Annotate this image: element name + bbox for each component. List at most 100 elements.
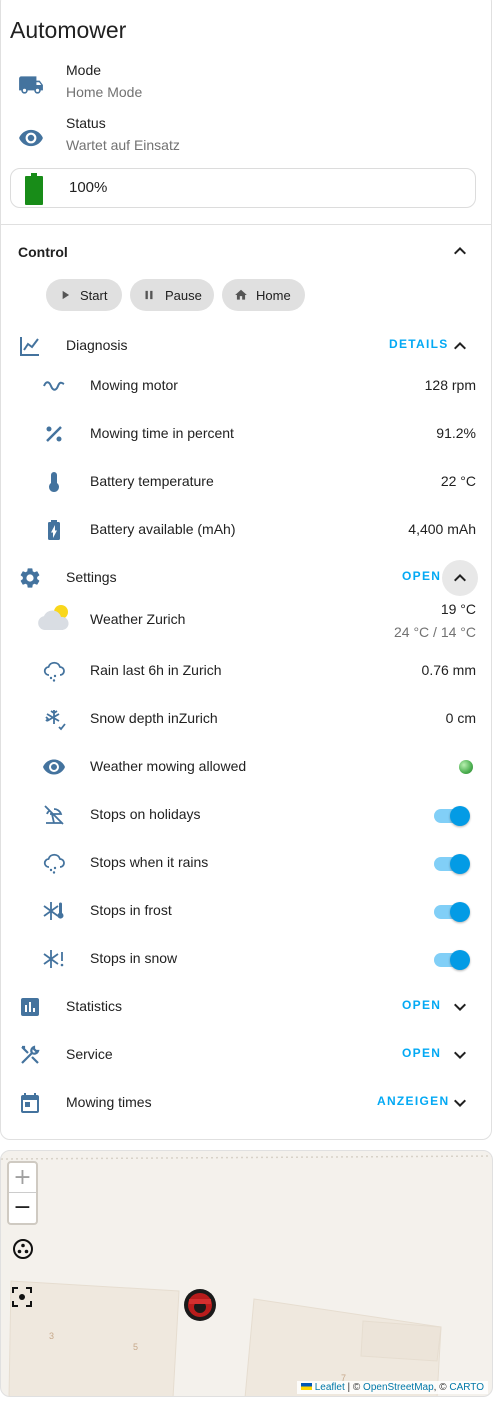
mowing-motor-label: Mowing motor	[90, 377, 178, 393]
stops-when-rains-row[interactable]: Stops when it rains	[0, 843, 492, 883]
control-title: Control	[18, 244, 68, 260]
diagnosis-group[interactable]: Diagnosis DETAILS	[0, 326, 492, 366]
weather-mowing-allowed-row[interactable]: Weather mowing allowed	[0, 747, 492, 787]
mowing-motor-row[interactable]: Mowing motor 128 rpm	[0, 366, 492, 406]
settings-group[interactable]: Settings OPEN	[0, 558, 492, 598]
chevron-down-icon[interactable]	[448, 995, 472, 1019]
cloud-rain-icon	[43, 853, 65, 874]
zoom-in-button[interactable]: +	[9, 1163, 36, 1193]
chevron-up-icon[interactable]	[448, 566, 472, 590]
eye-icon	[43, 759, 65, 775]
diagnosis-details-button[interactable]: DETAILS	[389, 337, 449, 351]
battery-available-row[interactable]: Battery available (mAh) 4,400 mAh	[0, 510, 492, 550]
snow-depth-row[interactable]: Snow depth inZurich 0 cm	[0, 699, 492, 739]
home-button[interactable]: Home	[222, 279, 305, 311]
center-focus-icon[interactable]	[10, 1285, 34, 1309]
percent-icon	[46, 426, 62, 442]
battery-available-label: Battery available (mAh)	[90, 521, 236, 537]
service-group[interactable]: Service OPEN	[0, 1035, 492, 1075]
service-open-button[interactable]: OPEN	[402, 1046, 441, 1060]
chevron-up-icon[interactable]	[448, 239, 472, 263]
snow-depth-label: Snow depth inZurich	[90, 710, 218, 726]
stops-in-frost-toggle[interactable]	[434, 902, 472, 922]
card-title: Automower	[10, 17, 127, 43]
stops-on-holidays-toggle[interactable]	[434, 806, 472, 826]
weather-zurich-row[interactable]: Weather Zurich 19 °C 24 °C / 14 °C	[0, 600, 492, 642]
rain-last-6h-row[interactable]: Rain last 6h in Zurich 0.76 mm	[0, 651, 492, 691]
sine-wave-icon	[43, 381, 65, 391]
battery-value: 100%	[69, 179, 108, 196]
stops-on-holidays-row[interactable]: Stops on holidays	[0, 795, 492, 835]
attribution-sep: | ©	[344, 1382, 364, 1393]
mowing-times-group[interactable]: Mowing times ANZEIGEN	[0, 1083, 492, 1123]
status-value: Wartet auf Einsatz	[66, 137, 180, 153]
calendar-icon	[21, 1093, 39, 1113]
diagnosis-label: Diagnosis	[66, 337, 128, 353]
battery-box[interactable]: 100%	[10, 168, 476, 208]
mower-marker-icon[interactable]	[183, 1288, 217, 1322]
snowflake-check-icon	[45, 710, 66, 731]
settings-open-button[interactable]: OPEN	[402, 569, 441, 583]
osm-link[interactable]: OpenStreetMap	[363, 1382, 434, 1393]
weather-mowing-allowed-label: Weather mowing allowed	[90, 758, 247, 774]
start-button[interactable]: Start	[46, 279, 122, 311]
chevron-up-icon[interactable]	[448, 334, 472, 358]
carto-link[interactable]: CARTO	[449, 1382, 484, 1393]
start-label: Start	[80, 288, 108, 303]
battery-temperature-label: Battery temperature	[90, 473, 214, 489]
leaflet-link[interactable]: Leaflet	[315, 1382, 345, 1393]
chevron-down-icon[interactable]	[448, 1091, 472, 1115]
beach-off-icon	[44, 805, 64, 825]
zoom-out-button[interactable]: −	[9, 1193, 36, 1223]
battery-icon	[25, 173, 43, 205]
mowing-time-percent-row[interactable]: Mowing time in percent 91.2%	[0, 414, 492, 454]
statistics-group[interactable]: Statistics OPEN	[0, 987, 492, 1027]
mode-value: Home Mode	[66, 84, 143, 100]
mowing-times-show-button[interactable]: ANZEIGEN	[377, 1094, 449, 1108]
service-label: Service	[66, 1046, 113, 1062]
pause-icon	[145, 290, 153, 300]
statistics-label: Statistics	[66, 998, 123, 1014]
snowflake-thermometer-icon	[43, 902, 64, 920]
divider	[0, 224, 492, 225]
statistics-open-button[interactable]: OPEN	[402, 998, 441, 1012]
home-icon	[235, 289, 247, 300]
mowing-motor-value: 128 rpm	[424, 377, 476, 393]
mowing-time-percent-value: 91.2%	[436, 425, 476, 441]
status-label: Status	[66, 115, 106, 131]
chevron-down-icon[interactable]	[448, 1043, 472, 1067]
map-attribution: Leaflet | © OpenStreetMap, © CARTO	[296, 1381, 488, 1394]
stops-in-snow-row[interactable]: Stops in snow	[0, 939, 492, 979]
weather-zurich-range: 24 °C / 14 °C	[393, 624, 476, 640]
stops-on-holidays-label: Stops on holidays	[90, 806, 201, 822]
rain-last-6h-label: Rain last 6h in Zurich	[90, 662, 222, 678]
snowflake-alert-icon	[43, 950, 64, 968]
attribution-sep: , ©	[433, 1382, 450, 1393]
stops-in-snow-toggle[interactable]	[434, 950, 472, 970]
cluster-icon[interactable]	[11, 1237, 35, 1261]
battery-available-value: 4,400 mAh	[408, 521, 476, 537]
weather-zurich-label: Weather Zurich	[90, 611, 186, 627]
house-number: 5	[133, 1342, 139, 1352]
weather-zurich-temp: 19 °C	[440, 601, 476, 617]
battery-temperature-row[interactable]: Battery temperature 22 °C	[0, 462, 492, 502]
stops-when-rains-toggle[interactable]	[434, 854, 472, 874]
stops-in-frost-label: Stops in frost	[90, 902, 172, 918]
mowing-times-label: Mowing times	[66, 1094, 152, 1110]
pause-button[interactable]: Pause	[130, 279, 214, 311]
map-card[interactable]: 3 5 7 + − Leaflet | © OpenStreetMap, © C…	[0, 1150, 493, 1397]
zoom-control: + −	[7, 1161, 38, 1225]
stops-in-snow-label: Stops in snow	[90, 950, 178, 966]
settings-label: Settings	[66, 569, 117, 585]
status-indicator-on	[459, 760, 473, 774]
mode-row[interactable]: Mode Home Mode	[0, 62, 492, 108]
cloud-rain-icon	[43, 661, 65, 682]
pause-label: Pause	[165, 288, 202, 303]
house-number: 3	[49, 1331, 55, 1341]
map-tiles[interactable]	[1, 1151, 493, 1397]
flag-icon	[300, 1383, 312, 1390]
chart-line-icon	[20, 337, 39, 356]
status-row[interactable]: Status Wartet auf Einsatz	[0, 115, 492, 161]
stops-in-frost-row[interactable]: Stops in frost	[0, 891, 492, 931]
eye-icon	[19, 129, 43, 147]
